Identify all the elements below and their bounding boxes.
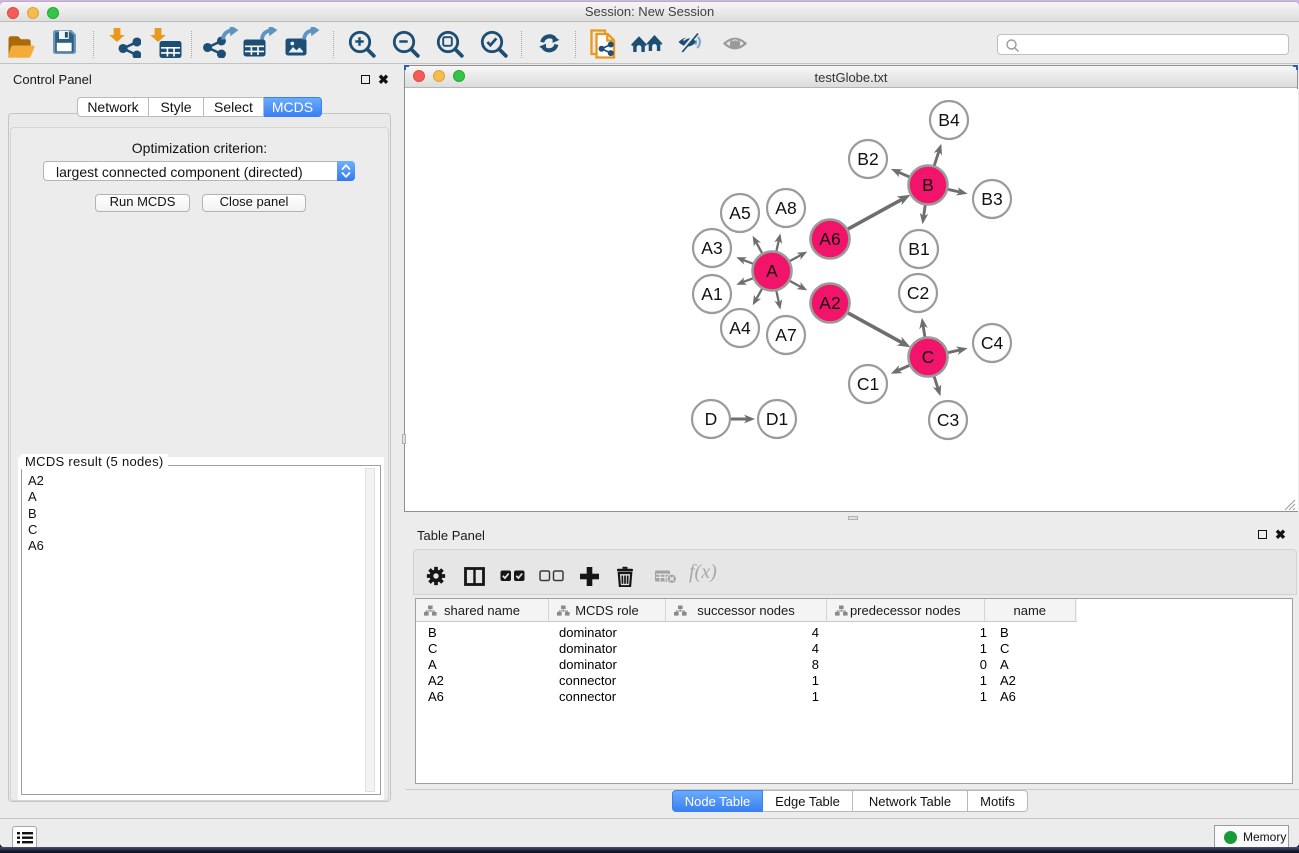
svg-text:C1: C1 <box>857 374 879 394</box>
svg-text:A1: A1 <box>701 284 722 304</box>
svg-text:B: B <box>922 175 934 195</box>
svg-text:C3: C3 <box>937 410 959 430</box>
svg-text:B4: B4 <box>938 110 960 130</box>
svg-text:D1: D1 <box>766 409 788 429</box>
svg-text:A8: A8 <box>775 198 796 218</box>
svg-text:A5: A5 <box>729 203 750 223</box>
svg-text:C: C <box>922 347 935 367</box>
svg-text:B2: B2 <box>857 149 878 169</box>
svg-text:A6: A6 <box>819 229 840 249</box>
svg-text:B1: B1 <box>908 239 929 259</box>
svg-text:A: A <box>766 261 778 281</box>
svg-text:C2: C2 <box>907 283 929 303</box>
svg-text:B3: B3 <box>981 189 1002 209</box>
svg-text:A7: A7 <box>775 325 796 345</box>
svg-text:A2: A2 <box>819 293 840 313</box>
svg-text:A3: A3 <box>701 238 722 258</box>
svg-text:C4: C4 <box>981 333 1004 353</box>
svg-text:D: D <box>705 409 718 429</box>
svg-text:A4: A4 <box>729 318 751 338</box>
